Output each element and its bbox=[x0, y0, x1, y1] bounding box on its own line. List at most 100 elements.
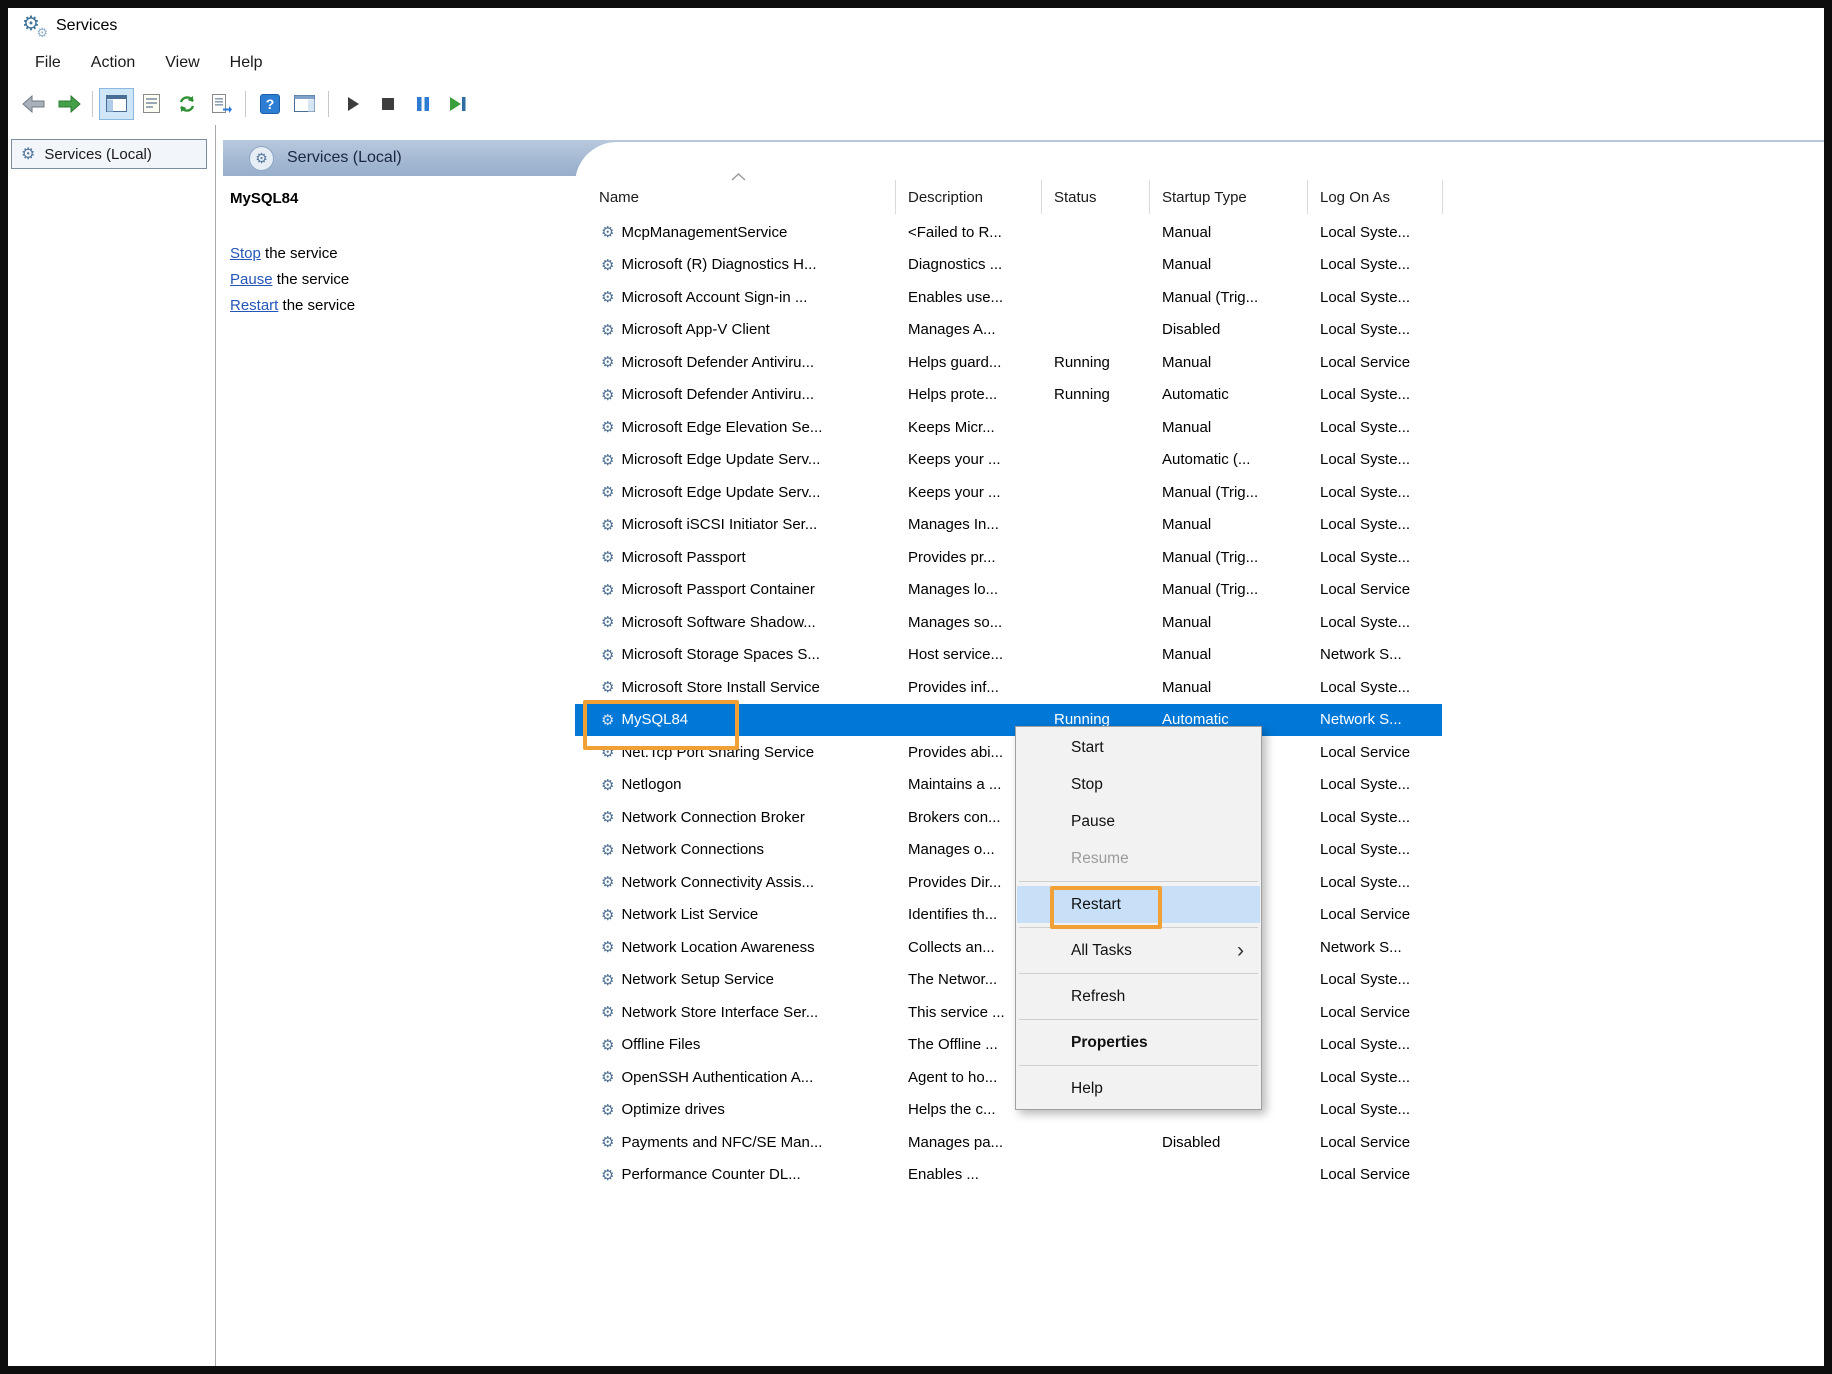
service-gear-icon: ⚙ bbox=[601, 1166, 614, 1184]
context-menu-item-refresh[interactable]: Refresh bbox=[1017, 978, 1260, 1015]
column-divider[interactable] bbox=[1041, 180, 1042, 214]
table-row[interactable]: ⚙Microsoft Edge Update Serv...Keeps your… bbox=[575, 444, 1442, 477]
forward-icon[interactable] bbox=[51, 88, 86, 120]
service-startup-type: Disabled bbox=[1149, 321, 1307, 338]
cell-name: ⚙Network Location Awareness bbox=[575, 938, 895, 956]
table-row[interactable]: ⚙Microsoft App-V ClientManages A...Disab… bbox=[575, 314, 1442, 347]
service-startup-type: Manual (Trig... bbox=[1149, 581, 1307, 598]
service-gear-icon: ⚙ bbox=[601, 971, 614, 989]
table-row[interactable]: ⚙Network ConnectionsManages o...Local Sy… bbox=[575, 834, 1442, 867]
cell-name: ⚙Microsoft Software Shadow... bbox=[575, 613, 895, 631]
table-row[interactable]: ⚙Network Location AwarenessCollects an..… bbox=[575, 931, 1442, 964]
tree-node-services-local[interactable]: ⚙ Services (Local) bbox=[11, 139, 207, 169]
service-name: Microsoft Edge Elevation Se... bbox=[621, 419, 822, 436]
pause-service-icon[interactable] bbox=[405, 88, 440, 120]
table-row[interactable]: ⚙Microsoft Storage Spaces S...Host servi… bbox=[575, 639, 1442, 672]
column-divider[interactable] bbox=[1149, 180, 1150, 214]
window-title: Services bbox=[56, 17, 117, 35]
refresh-icon[interactable] bbox=[169, 88, 204, 120]
toolbar-separator bbox=[92, 91, 93, 117]
stop-service-icon[interactable] bbox=[370, 88, 405, 120]
service-gear-icon: ⚙ bbox=[601, 451, 614, 469]
back-icon[interactable] bbox=[16, 88, 51, 120]
table-row[interactable]: ⚙Microsoft PassportProvides pr...Manual … bbox=[575, 541, 1442, 574]
table-row[interactable]: ⚙Network Connection BrokerBrokers con...… bbox=[575, 801, 1442, 834]
restart-service-icon[interactable] bbox=[440, 88, 475, 120]
restart-line-suffix: the service bbox=[278, 297, 355, 314]
table-row[interactable]: ⚙Microsoft Store Install ServiceProvides… bbox=[575, 671, 1442, 704]
table-row[interactable]: ⚙Network List ServiceIdentifies th...Loc… bbox=[575, 899, 1442, 932]
context-menu-item-start[interactable]: Start bbox=[1017, 729, 1260, 766]
table-row[interactable]: ⚙Optimize drivesHelps the c...Local Syst… bbox=[575, 1094, 1442, 1127]
service-logon-as: Local Syste... bbox=[1307, 256, 1442, 273]
context-menu-item-help[interactable]: Help bbox=[1017, 1070, 1260, 1107]
service-gear-icon: ⚙ bbox=[601, 288, 614, 306]
service-gear-icon: ⚙ bbox=[601, 1068, 614, 1086]
context-menu-item-restart[interactable]: Restart bbox=[1017, 886, 1260, 923]
show-console-tree-icon[interactable] bbox=[99, 88, 134, 120]
menu-file[interactable]: File bbox=[20, 48, 76, 78]
menu-view[interactable]: View bbox=[150, 48, 214, 78]
table-row[interactable]: ⚙Offline FilesThe Offline ...Local Syste… bbox=[575, 1029, 1442, 1062]
table-row[interactable]: ⚙Microsoft (R) Diagnostics H...Diagnosti… bbox=[575, 249, 1442, 282]
table-row[interactable]: ⚙Network Store Interface Ser...This serv… bbox=[575, 996, 1442, 1029]
table-row[interactable]: ⚙NetlogonMaintains a ...Local Syste... bbox=[575, 769, 1442, 802]
service-gear-icon: ⚙ bbox=[601, 841, 614, 859]
service-logon-as: Local Syste... bbox=[1307, 1036, 1442, 1053]
export-list-icon[interactable] bbox=[204, 88, 239, 120]
menu-action[interactable]: Action bbox=[76, 48, 150, 78]
table-row[interactable]: ⚙Network Connectivity Assis...Provides D… bbox=[575, 866, 1442, 899]
table-row[interactable]: ⚙Net.Tcp Port Sharing ServiceProvides ab… bbox=[575, 736, 1442, 769]
context-menu-item-properties[interactable]: Properties bbox=[1017, 1024, 1260, 1061]
column-header-startup-type[interactable]: Startup Type bbox=[1149, 189, 1307, 216]
toolbar-separator bbox=[245, 91, 246, 117]
table-row[interactable]: ⚙OpenSSH Authentication A...Agent to ho.… bbox=[575, 1061, 1442, 1094]
properties-icon[interactable] bbox=[134, 88, 169, 120]
table-row[interactable]: ⚙Network Setup ServiceThe Networ...Manua… bbox=[575, 964, 1442, 997]
table-row[interactable]: ⚙McpManagementService<Failed to R...Manu… bbox=[575, 216, 1442, 249]
show-action-pane-icon[interactable] bbox=[287, 88, 322, 120]
service-description: Manages A... bbox=[895, 321, 1041, 338]
table-row[interactable]: ⚙Microsoft Edge Update Serv...Keeps your… bbox=[575, 476, 1442, 509]
service-name: Optimize drives bbox=[621, 1101, 724, 1118]
start-service-icon[interactable] bbox=[335, 88, 370, 120]
stop-service-link[interactable]: Stop bbox=[230, 245, 261, 262]
column-header-name[interactable]: Name bbox=[575, 189, 895, 216]
cell-name: ⚙McpManagementService bbox=[575, 223, 895, 241]
cell-name: ⚙Microsoft (R) Diagnostics H... bbox=[575, 256, 895, 274]
restart-service-link[interactable]: Restart bbox=[230, 297, 278, 314]
table-row[interactable]: ⚙Microsoft Defender Antiviru...Helps pro… bbox=[575, 379, 1442, 412]
context-menu-item-stop[interactable]: Stop bbox=[1017, 766, 1260, 803]
table-row[interactable]: ⚙Microsoft Software Shadow...Manages so.… bbox=[575, 606, 1442, 639]
services-window: ⚙ ⚙ Services File Action View Help bbox=[8, 8, 1824, 1366]
cell-name: ⚙Microsoft Defender Antiviru... bbox=[575, 353, 895, 371]
cell-name: ⚙Microsoft Edge Update Serv... bbox=[575, 451, 895, 469]
help-icon[interactable]: ? bbox=[252, 88, 287, 120]
table-row[interactable]: ⚙Microsoft Passport ContainerManages lo.… bbox=[575, 574, 1442, 607]
service-name: Netlogon bbox=[621, 776, 681, 793]
menu-help[interactable]: Help bbox=[215, 48, 278, 78]
cell-name: ⚙Microsoft Account Sign-in ... bbox=[575, 288, 895, 306]
column-header-description[interactable]: Description bbox=[895, 189, 1041, 216]
list-column-header: Name Description Status Startup Type Log… bbox=[575, 142, 1824, 216]
pause-service-link[interactable]: Pause bbox=[230, 271, 273, 288]
service-name: Net.Tcp Port Sharing Service bbox=[621, 744, 814, 761]
table-row[interactable]: ⚙Microsoft Edge Elevation Se...Keeps Mic… bbox=[575, 411, 1442, 444]
service-logon-as: Local Service bbox=[1307, 1004, 1442, 1021]
column-divider[interactable] bbox=[1442, 180, 1443, 214]
table-row[interactable]: ⚙Microsoft Defender Antiviru...Helps gua… bbox=[575, 346, 1442, 379]
column-divider[interactable] bbox=[1307, 180, 1308, 214]
table-row[interactable]: ⚙Microsoft iSCSI Initiator Ser...Manages… bbox=[575, 509, 1442, 542]
column-divider[interactable] bbox=[895, 180, 896, 214]
column-header-status[interactable]: Status bbox=[1041, 189, 1149, 216]
service-logon-as: Network S... bbox=[1307, 711, 1442, 728]
pause-line-suffix: the service bbox=[273, 271, 350, 288]
context-menu-item-pause[interactable]: Pause bbox=[1017, 803, 1260, 840]
table-row[interactable]: ⚙Microsoft Account Sign-in ...Enables us… bbox=[575, 281, 1442, 314]
table-row[interactable]: ⚙Payments and NFC/SE Man...Manages pa...… bbox=[575, 1126, 1442, 1159]
context-menu-item-all-tasks[interactable]: All Tasks› bbox=[1017, 932, 1260, 969]
table-row[interactable]: ⚙Performance Counter DL...Enables ...Loc… bbox=[575, 1159, 1442, 1192]
column-header-logon-as[interactable]: Log On As bbox=[1307, 189, 1442, 216]
service-name: Network Location Awareness bbox=[621, 939, 814, 956]
table-row[interactable]: ⚙MySQL84RunningAutomaticNetwork S... bbox=[575, 704, 1442, 737]
